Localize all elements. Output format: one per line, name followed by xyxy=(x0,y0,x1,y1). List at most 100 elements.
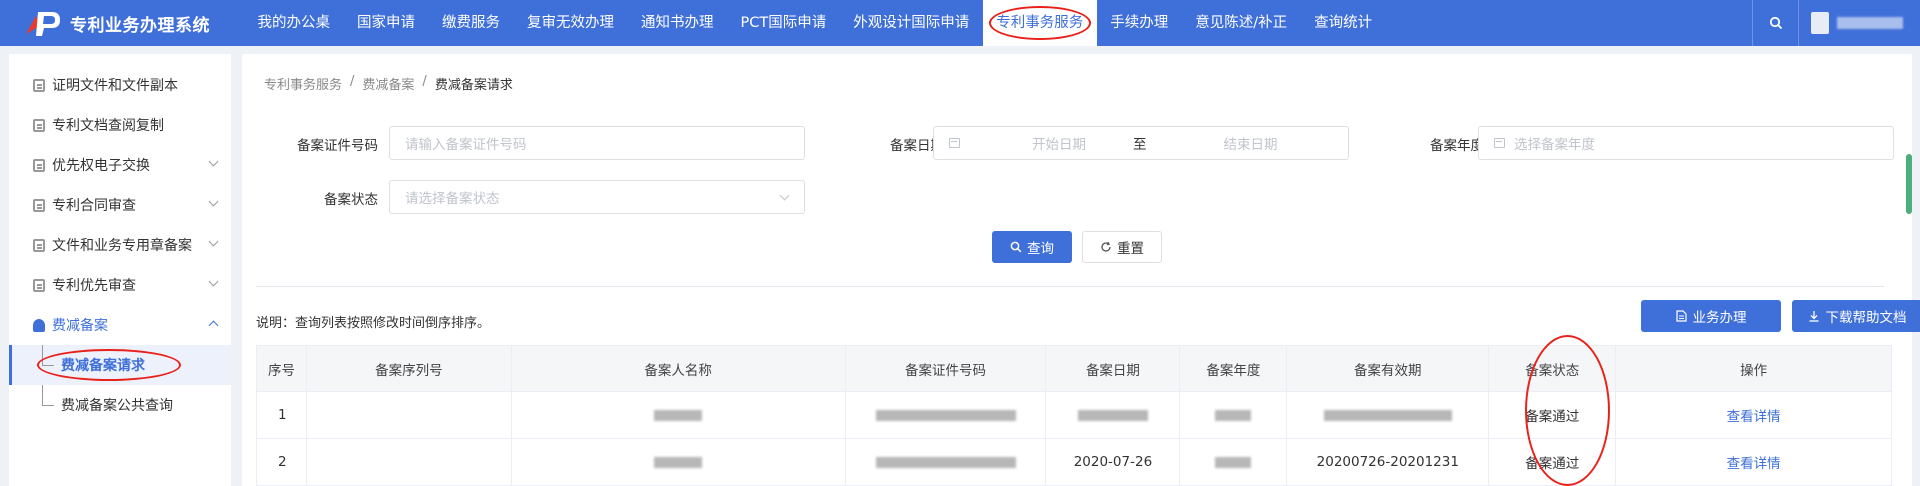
calendar-icon xyxy=(949,138,960,148)
column-header: 序号 xyxy=(256,345,307,392)
nav-label: 缴费服务 xyxy=(442,15,500,31)
placeholder: 请输入备案证件号码 xyxy=(405,137,527,153)
scrollbar-thumb[interactable] xyxy=(1906,154,1912,214)
validity-cell xyxy=(1286,391,1490,439)
nav-fee-service[interactable]: 缴费服务 xyxy=(429,0,514,46)
cert-number-input[interactable]: 请输入备案证件号码 xyxy=(389,126,805,160)
filing-year-picker[interactable]: 选择备案年度 xyxy=(1478,126,1894,160)
date-separator: 至 xyxy=(1133,137,1147,153)
column-header: 备案日期 xyxy=(1045,345,1181,392)
breadcrumb-separator: / xyxy=(350,74,355,89)
filing-year-cell xyxy=(1179,391,1288,439)
sidebar-item-priority-exchange[interactable]: 优先权电子交换 xyxy=(9,145,231,185)
filing-table: 序号 备案序列号 备案人名称 备案证件号码 备案日期 备案年度 备案有效期 备案… xyxy=(256,345,1892,486)
highlight-circle xyxy=(37,349,181,381)
reset-button[interactable]: 重置 xyxy=(1082,231,1162,263)
date-range-picker[interactable]: 开始日期 至 结束日期 xyxy=(933,126,1349,160)
view-details-link[interactable]: 查看详情 xyxy=(1727,456,1781,472)
breadcrumb-item[interactable]: 专利事务服务 xyxy=(264,74,342,93)
sidebar-item-fee-reduction[interactable]: 费减备案 xyxy=(9,305,231,345)
redacted-text xyxy=(654,409,703,421)
search-icon xyxy=(1010,241,1022,253)
list-note: 说明：查询列表按照修改时间倒序排序。 xyxy=(256,316,491,331)
nav-reexamination[interactable]: 复审无效办理 xyxy=(514,0,628,46)
logo-icon xyxy=(26,12,60,36)
date-start-placeholder: 开始日期 xyxy=(1032,137,1086,153)
sidebar-item-label: 文件和业务专用章备案 xyxy=(52,238,192,254)
nav-label: 通知书办理 xyxy=(641,15,714,31)
tree-line xyxy=(42,385,43,405)
divider xyxy=(256,286,1884,287)
filing-date-cell: 2020-07-26 xyxy=(1045,438,1181,486)
column-header: 备案人名称 xyxy=(510,345,846,392)
nav-patent-affairs[interactable]: 专利事务服务 xyxy=(982,0,1097,46)
nav-label: 国家申请 xyxy=(357,15,415,31)
nav-label: 手续办理 xyxy=(1110,15,1169,31)
highlight-circle xyxy=(1525,335,1610,486)
nav-national-application[interactable]: 国家申请 xyxy=(344,0,429,46)
row-index: 1 xyxy=(256,391,307,439)
nav-opinion[interactable]: 意见陈述/补正 xyxy=(1182,0,1301,46)
document-icon xyxy=(33,118,45,132)
serial-number-cell xyxy=(305,391,512,439)
filing-date-cell xyxy=(1045,391,1181,439)
process-business-button[interactable]: 业务办理 xyxy=(1641,300,1781,332)
nav-label: 意见陈述/补正 xyxy=(1195,15,1288,31)
view-details-link[interactable]: 查看详情 xyxy=(1727,409,1781,425)
nav-my-desk[interactable]: 我的办公桌 xyxy=(244,0,344,46)
app-title: 专利业务办理系统 xyxy=(70,15,210,36)
sidebar-subitem-fee-reduction-request[interactable]: 费减备案请求 xyxy=(9,345,231,385)
shield-icon xyxy=(33,318,45,332)
header-search-button[interactable] xyxy=(1752,0,1798,46)
applicant-name-cell xyxy=(510,391,846,439)
user-menu[interactable] xyxy=(1798,0,1920,46)
main-nav: 我的办公桌 国家申请 缴费服务 复审无效办理 通知书办理 PCT国际申请 外观设… xyxy=(244,0,1386,46)
filing-date-label: 备案日期 xyxy=(890,138,944,154)
column-header: 操作 xyxy=(1615,345,1892,392)
status-select[interactable]: 请选择备案状态 xyxy=(389,180,805,214)
chevron-down-icon xyxy=(208,196,219,207)
search-button[interactable]: 查询 xyxy=(992,231,1072,263)
document-icon xyxy=(33,198,45,212)
avatar xyxy=(1811,12,1829,34)
redacted-text xyxy=(1323,409,1452,421)
status-label: 备案状态 xyxy=(324,192,378,208)
sidebar-subitem-fee-reduction-public-query[interactable]: 费减备案公共查询 xyxy=(9,385,231,425)
nav-pct[interactable]: PCT国际申请 xyxy=(727,0,840,46)
search-button-label: 查询 xyxy=(1027,241,1054,257)
column-header: 备案有效期 xyxy=(1286,345,1490,392)
table-row: 1 备案通过 查看详情 xyxy=(256,391,1892,439)
calendar-icon xyxy=(1494,138,1505,148)
sidebar-item-certificates[interactable]: 证明文件和文件副本 xyxy=(9,65,231,105)
breadcrumb-item[interactable]: 费减备案 xyxy=(362,74,414,93)
chevron-down-icon xyxy=(208,276,219,287)
document-icon xyxy=(33,238,45,252)
serial-number-cell xyxy=(305,438,512,486)
nav-notices[interactable]: 通知书办理 xyxy=(628,0,728,46)
logo[interactable]: 专利业务办理系统 xyxy=(0,0,244,46)
nav-query-stats[interactable]: 查询统计 xyxy=(1301,0,1386,46)
sidebar-item-priority-review[interactable]: 专利优先审查 xyxy=(9,265,231,305)
sidebar-item-document-copy[interactable]: 专利文档查阅复制 xyxy=(9,105,231,145)
redacted-text xyxy=(1215,409,1252,421)
nav-label: 外观设计国际申请 xyxy=(853,15,970,31)
column-header: 备案序列号 xyxy=(305,345,512,392)
cert-number-cell xyxy=(844,391,1047,439)
redacted-text xyxy=(1215,456,1252,468)
refresh-icon xyxy=(1101,241,1111,252)
column-header: 备案证件号码 xyxy=(844,345,1047,392)
sidebar-item-contract-review[interactable]: 专利合同审查 xyxy=(9,185,231,225)
document-icon xyxy=(33,78,45,92)
nav-design-international[interactable]: 外观设计国际申请 xyxy=(840,0,983,46)
row-index: 2 xyxy=(256,438,307,486)
nav-procedures[interactable]: 手续办理 xyxy=(1097,0,1182,46)
sidebar-item-label: 专利优先审查 xyxy=(52,278,136,294)
header-tools xyxy=(1752,0,1920,46)
sidebar-item-seal-filing[interactable]: 文件和业务专用章备案 xyxy=(9,225,231,265)
sidebar-subitem-label: 费减备案公共查询 xyxy=(61,398,173,414)
column-header: 备案年度 xyxy=(1179,345,1288,392)
nav-label: PCT国际申请 xyxy=(740,15,827,31)
download-help-button[interactable]: 下载帮助文档 xyxy=(1792,300,1920,332)
reset-button-label: 重置 xyxy=(1117,241,1144,257)
top-navbar: 专利业务办理系统 我的办公桌 国家申请 缴费服务 复审无效办理 通知书办理 PC… xyxy=(0,0,1920,46)
